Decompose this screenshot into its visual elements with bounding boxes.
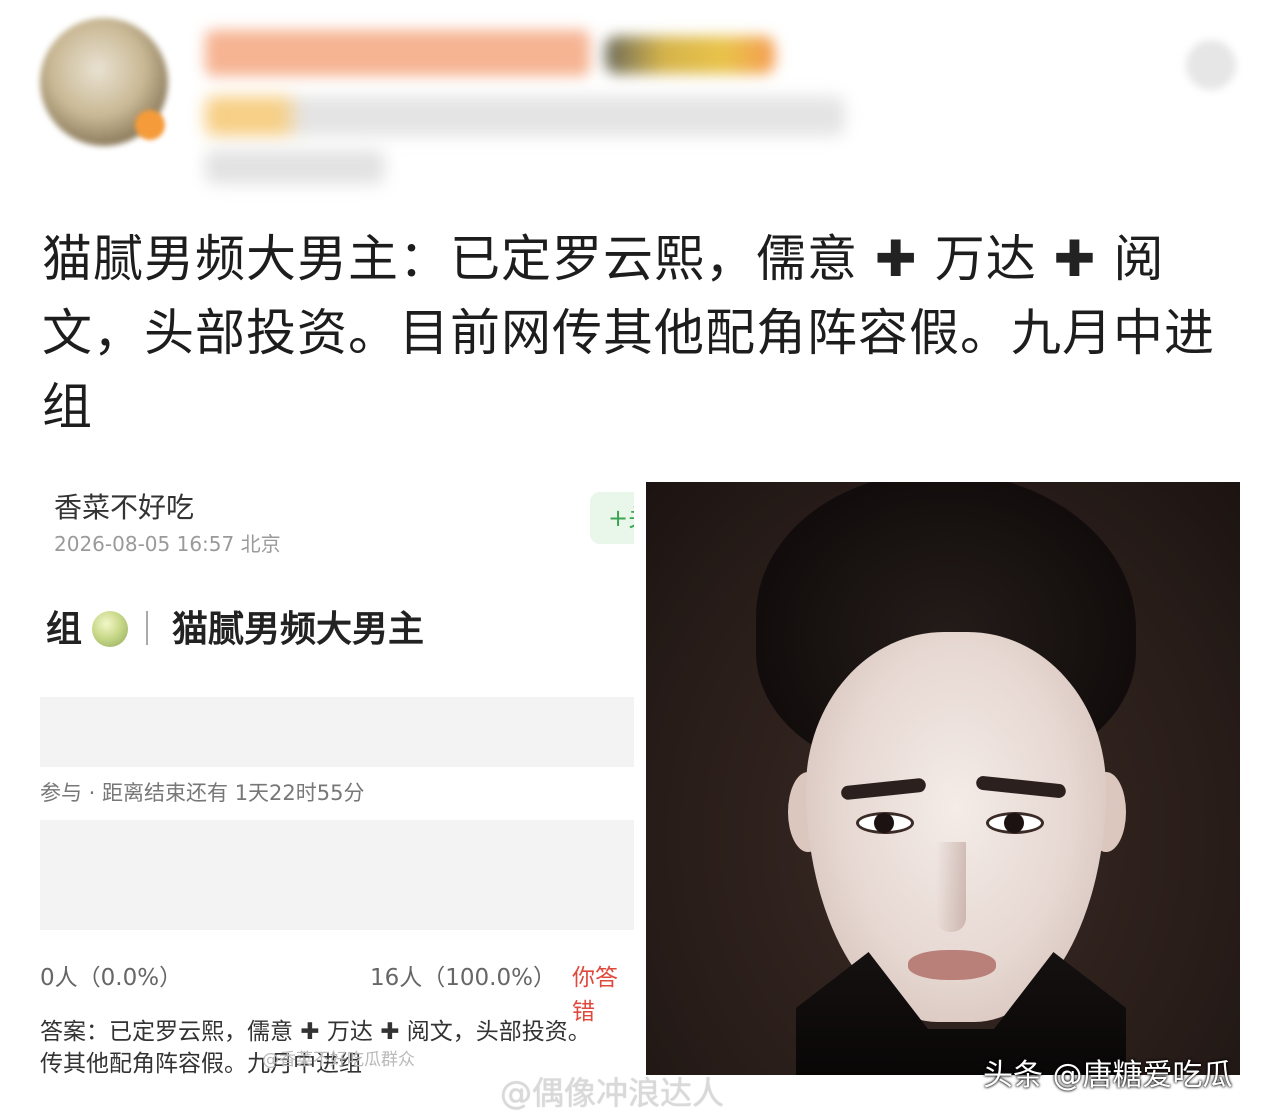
post-body: 猫腻男频大男主：已定罗云熙，儒意 ✚ 万达 ✚ 阅 文，头部投资。目前网传其他配… (42, 222, 1242, 444)
verified-badge-icon (135, 110, 165, 140)
plus-icon: ✚ (1053, 230, 1097, 288)
blurred-post-meta (205, 96, 845, 136)
follow-button: +关 (590, 492, 634, 544)
post-line1-a: 猫腻男频大男主：已定罗云熙，儒意 (42, 230, 858, 288)
plus-icon: ✚ (874, 230, 918, 288)
poll-info: 参与 · 距离结束还有 1天22时55分 (40, 781, 365, 805)
post-image-portrait[interactable] (646, 482, 1240, 1075)
portrait-lips (908, 950, 996, 980)
post-line1-c: 阅 (1113, 230, 1165, 288)
screenshot-timestamp: 2026-08-05 16:57 北京 (54, 532, 281, 556)
blurred-post-source (205, 150, 385, 184)
poll-option-box (40, 820, 634, 930)
melon-icon (92, 611, 129, 647)
post-image-screenshot[interactable]: 香菜不好吃 2026-08-05 16:57 北京 +关 组 猫腻男频大男主 参与… (40, 482, 634, 1075)
blurred-username[interactable] (205, 30, 590, 76)
post-line3: 组 (42, 378, 93, 436)
poll-title-text: 猫腻男频大男主 (172, 609, 425, 650)
post-line1-b: 万达 (934, 230, 1037, 288)
toutiao-watermark: 头条 @唐糖爱吃瓜 (983, 1058, 1233, 1093)
poll-title: 组 猫腻男频大男主 (46, 600, 424, 652)
screenshot-watermark: @香菜不好吃瓜群众 (262, 1050, 415, 1070)
screenshot-username: 香菜不好吃 (54, 491, 195, 524)
weibo-watermark: @偶像冲浪达人 (500, 1074, 725, 1112)
poll-option-box (40, 697, 634, 767)
blurred-user-badges (605, 36, 775, 74)
poll-answer-line1: 答案：已定罗云熙，儒意 ✚ 万达 ✚ 阅文，头部投资。 (40, 1019, 591, 1045)
portrait-nose (936, 842, 966, 932)
more-icon[interactable] (1186, 40, 1236, 90)
post-line2: 文，头部投资。目前网传其他配角阵容假。九月中进 (42, 304, 1215, 362)
divider (146, 611, 149, 645)
poll-title-prefix: 组 (46, 609, 83, 650)
poll-result-1: 0人（0.0%） (40, 965, 183, 991)
portrait-eye (986, 812, 1044, 834)
poll-result-2: 16人（100.0%） (370, 965, 556, 991)
portrait-eye (856, 812, 914, 834)
